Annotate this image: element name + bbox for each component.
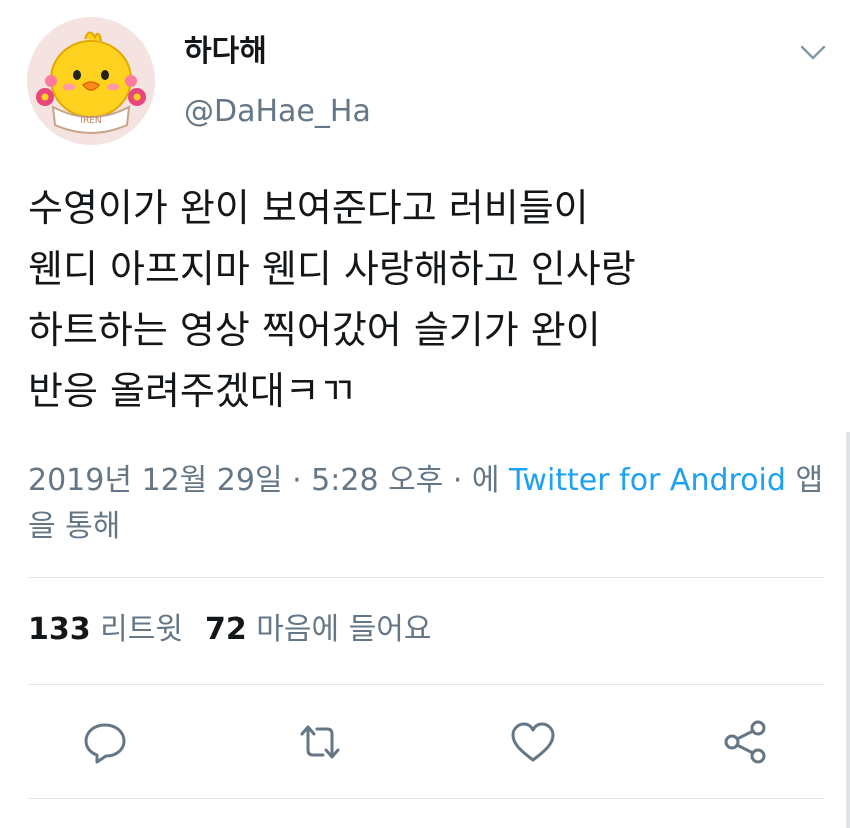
retweet-icon[interactable] — [296, 718, 344, 766]
avatar[interactable]: IREN — [27, 17, 155, 145]
likes-stat[interactable]: 72 마음에 들어요 — [205, 610, 431, 650]
tweet-line: 수영이가 완이 보여준다고 러비들이 — [28, 186, 589, 230]
divider — [28, 684, 825, 685]
chevron-down-icon[interactable] — [798, 40, 828, 64]
share-icon[interactable] — [722, 718, 770, 766]
retweets-stat[interactable]: 133 리트윗 — [28, 610, 183, 650]
tweet-text: 수영이가 완이 보여준다고 러비들이 웬디 아프지마 웬디 사랑해하고 인사랑 … — [28, 178, 828, 422]
svg-text:IREN: IREN — [80, 116, 101, 126]
engagement-stats: 133 리트윗 72 마음에 들어요 — [28, 610, 453, 650]
tweet-line: 하트하는 영상 찍어갔어 슬기가 완이 — [28, 308, 601, 352]
likes-label: 마음에 들어요 — [256, 612, 432, 647]
likes-count: 72 — [204, 612, 247, 647]
source-link[interactable]: Twitter for Android — [509, 463, 786, 498]
scrollbar[interactable] — [846, 432, 850, 828]
chick-avatar-image: IREN — [27, 17, 155, 145]
user-handle[interactable]: @DaHae_Ha — [184, 92, 371, 132]
divider — [28, 577, 825, 578]
reply-icon[interactable] — [81, 718, 129, 766]
divider — [28, 798, 825, 799]
display-name[interactable]: 하다해 — [184, 32, 267, 72]
heart-icon[interactable] — [509, 718, 557, 766]
timestamp[interactable]: 2019년 12월 29일 · 5:28 오후 · 에 — [28, 463, 500, 498]
retweets-label: 리트윗 — [100, 612, 183, 647]
tweet-meta: 2019년 12월 29일 · 5:28 오후 · 에 Twitter for … — [28, 458, 828, 550]
tweet-line: 반응 올려주겠대ㅋㄲ — [28, 369, 355, 413]
retweets-count: 133 — [28, 612, 91, 647]
tweet-line: 웬디 아프지마 웬디 사랑해하고 인사랑 — [28, 247, 636, 291]
